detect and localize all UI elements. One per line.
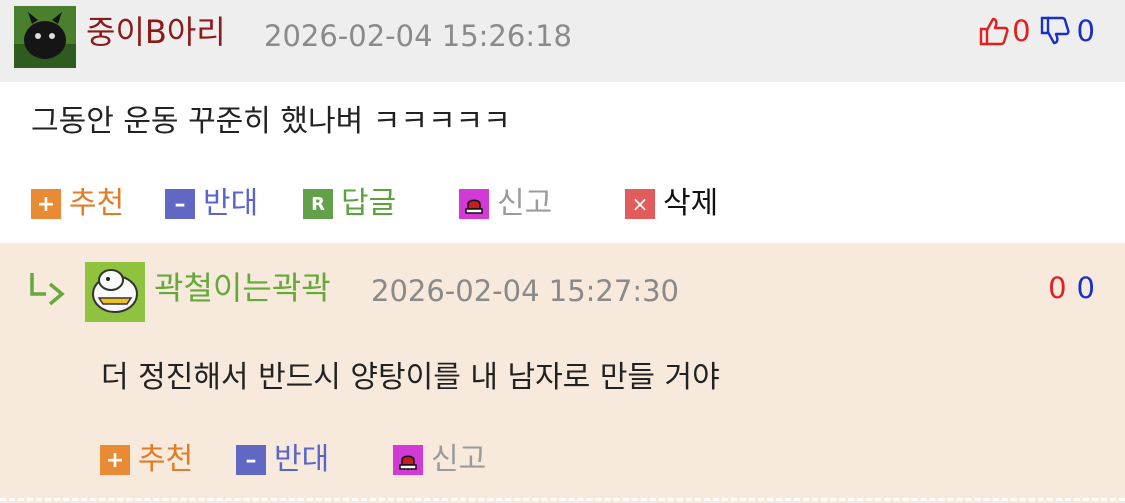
minus-icon: – [236,445,266,475]
minus-icon: – [165,189,195,219]
thumbs-down-icon[interactable] [1039,15,1071,47]
delete-label: 삭제 [663,186,719,221]
siren-icon [393,445,423,475]
reply-downvote-count: 0 [1076,271,1095,305]
reply-text: 더 정진해서 반드시 양탕이를 내 남자로 만들 거야 [101,360,720,395]
reply-vote-counts: 00 [1048,268,1095,308]
vote-counts: 0 0 [978,14,1095,48]
downvote-count: 0 [1076,14,1095,48]
close-icon: × [625,189,655,219]
plus-icon: + [100,445,130,475]
divider [0,498,1125,501]
reply-recommend-button[interactable]: + 추천 [100,440,193,480]
reply-oppose-button[interactable]: – 반대 [236,440,329,480]
reply-upvote-count: 0 [1048,271,1067,305]
author-avatar[interactable] [14,6,76,68]
oppose-label: 반대 [203,186,259,221]
comment-timestamp: 2026-02-04 15:26:18 [264,19,572,53]
plus-icon: + [31,189,61,219]
oppose-button[interactable]: – 반대 [165,184,258,224]
divider [0,240,1125,243]
reply-author[interactable]: 곽철이는곽곽 [154,268,331,308]
avatar-image [14,6,76,68]
report-label: 신고 [497,186,553,221]
reply-label: 답글 [341,186,397,221]
reply-arrow-icon [30,273,65,306]
siren-icon [459,189,489,219]
upvote-count: 0 [1012,14,1031,48]
reply-icon: R [303,189,333,219]
thumbs-up-icon[interactable] [978,15,1010,47]
recommend-label: 추천 [69,186,125,221]
oppose-label: 반대 [274,442,330,477]
reply-button[interactable]: R 답글 [303,184,396,224]
reply-report-button[interactable]: 신고 [393,440,486,480]
recommend-button[interactable]: + 추천 [31,184,124,224]
avatar-image [85,262,145,322]
report-label: 신고 [431,442,487,477]
report-button[interactable]: 신고 [459,184,552,224]
reply-author-avatar[interactable] [85,262,145,322]
comment-author[interactable]: 중이B아리 [86,12,226,52]
delete-button[interactable]: × 삭제 [625,184,718,224]
reply-timestamp: 2026-02-04 15:27:30 [371,274,679,308]
comment-text: 그동안 운동 꾸준히 했나벼 ㅋㅋㅋㅋㅋ [31,104,511,139]
recommend-label: 추천 [138,442,194,477]
